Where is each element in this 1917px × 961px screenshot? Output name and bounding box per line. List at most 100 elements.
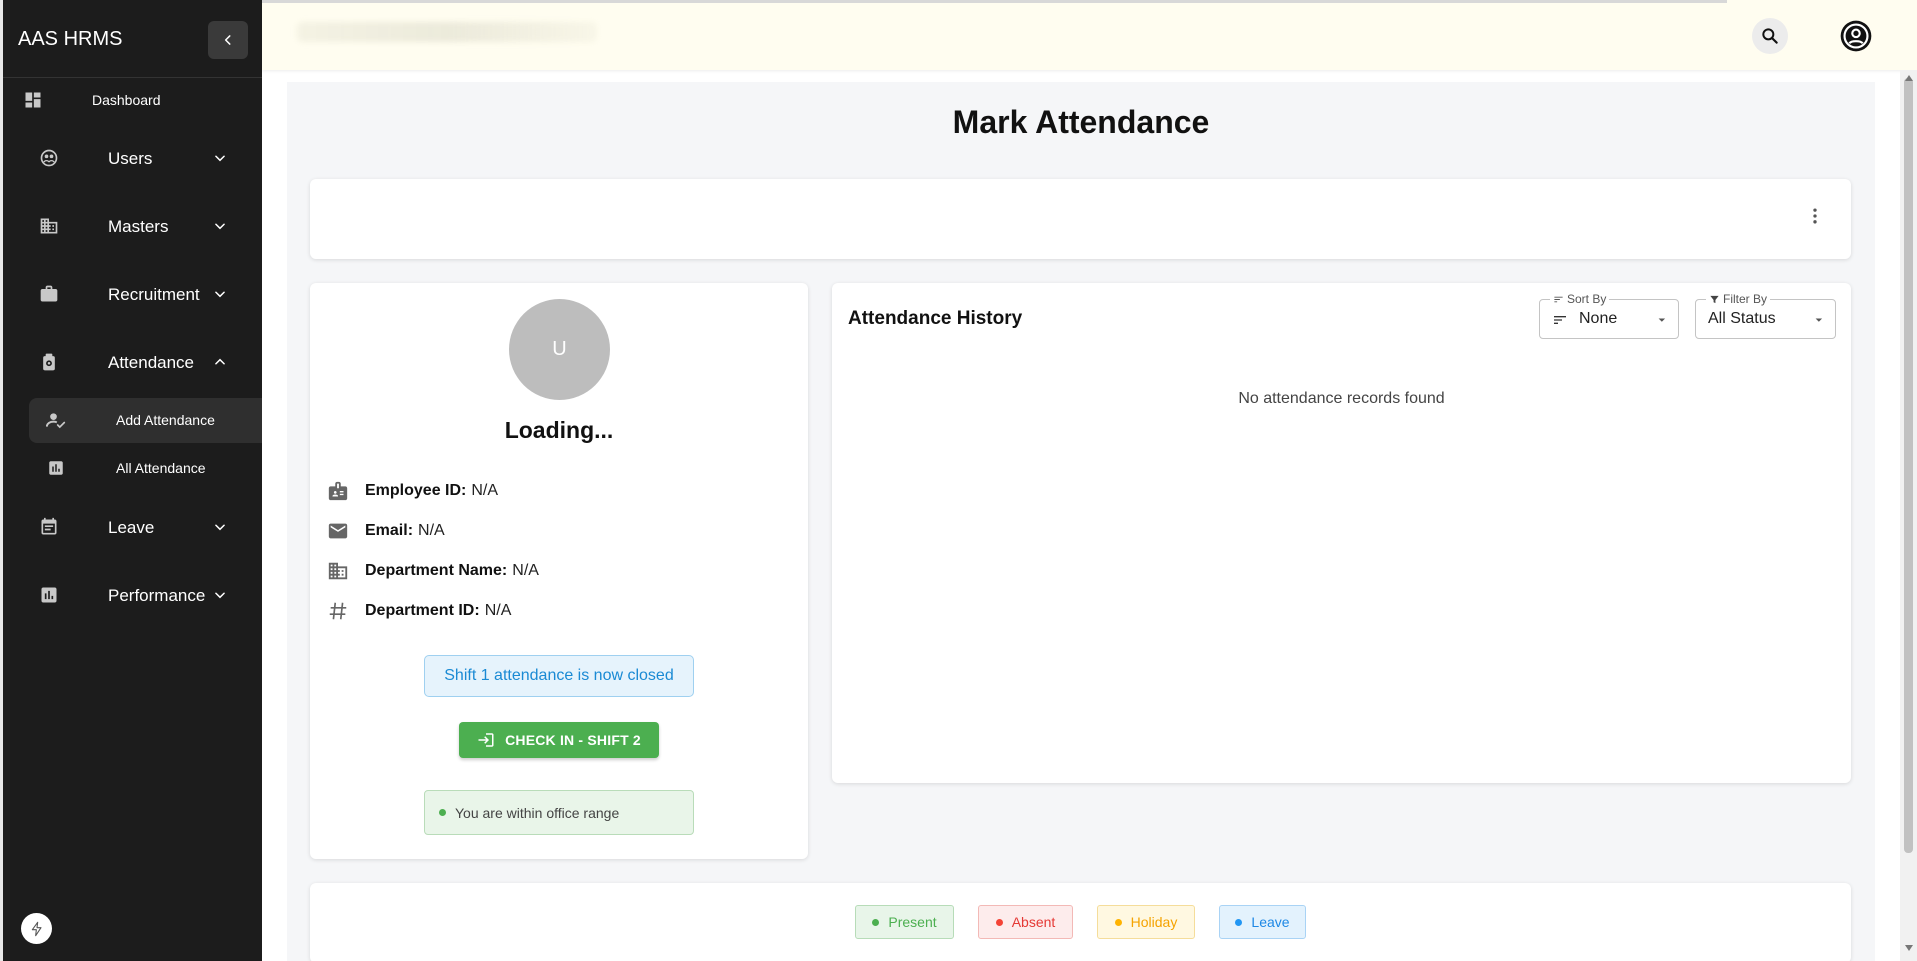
chevron-up-icon	[208, 350, 232, 374]
search-icon	[1762, 28, 1778, 44]
search-button[interactable]	[1752, 18, 1788, 54]
more-vert-icon	[1813, 208, 1817, 224]
status-legend-card	[310, 883, 1851, 961]
scroll-down-arrow[interactable]	[1902, 942, 1915, 954]
field-key: Department ID:	[365, 602, 480, 619]
status-dot	[439, 809, 446, 816]
dropdown-caret-icon	[1658, 318, 1666, 322]
dashboard-icon	[21, 88, 45, 112]
sidebar-item-label: Attendance	[108, 353, 195, 372]
office-range-text: You are within office range	[455, 804, 620, 821]
sidebar-item-label: Dashboard	[92, 92, 161, 108]
sidebar-subitem-label: Add Attendance	[116, 412, 215, 428]
sidebar-item-recruitment[interactable]: Recruitment	[3, 282, 262, 306]
sidebar-item-label: Masters	[108, 217, 169, 236]
legend-chip-present: Present	[855, 905, 954, 939]
sidebar: AAS HRMS Dashboard Users Masters Recruit…	[0, 0, 263, 961]
sort-by-select[interactable]: Sort By None	[1539, 292, 1679, 339]
attendance-icon	[37, 350, 61, 374]
mail-icon	[326, 519, 350, 543]
empty-history-message: No attendance records found	[1238, 390, 1445, 407]
sidebar-subitem-add-attendance[interactable]: Add Attendance	[29, 398, 263, 443]
person-check-icon	[45, 409, 67, 431]
field-value: N/A	[484, 602, 512, 619]
filter-by-value: All Status	[1708, 310, 1776, 327]
sidebar-item-masters[interactable]: Masters	[3, 214, 262, 238]
sort-by-label-wrap: Sort By	[1550, 292, 1610, 306]
status-dot	[1114, 918, 1122, 926]
email-row: Email: N/A	[326, 519, 445, 543]
status-dot	[872, 918, 880, 926]
hash-icon	[326, 599, 350, 623]
sidebar-subitem-all-attendance[interactable]: All Attendance	[29, 446, 263, 491]
filter-icon	[1710, 295, 1719, 303]
chevron-left-icon	[224, 35, 231, 45]
page-title: Mark Attendance	[952, 104, 1210, 140]
sidebar-item-performance[interactable]: Performance	[3, 583, 262, 607]
badge-icon	[326, 479, 350, 503]
attendance-history-card	[832, 283, 1851, 783]
sidebar-subitem-label: All Attendance	[116, 460, 206, 476]
sidebar-item-attendance[interactable]: Attendance	[3, 350, 262, 374]
sidebar-item-users[interactable]: Users	[3, 146, 262, 170]
account-circle-icon	[1840, 20, 1872, 52]
quick-action-button[interactable]	[21, 913, 52, 944]
sidebar-item-leave[interactable]: Leave	[3, 515, 262, 539]
calendar-icon	[37, 515, 61, 539]
status-dot	[1235, 918, 1243, 926]
legend-chip-leave: Leave	[1219, 905, 1306, 939]
chevron-down-icon	[208, 282, 232, 306]
users-icon	[37, 146, 61, 170]
scroll-up-arrow[interactable]	[1902, 72, 1915, 84]
status-dot	[995, 918, 1003, 926]
bolt-icon	[31, 921, 42, 936]
top-progress-line	[262, 0, 1727, 3]
building-icon	[37, 214, 61, 238]
shift-closed-alert: Shift 1 attendance is now closed	[424, 655, 694, 697]
sort-by-label: Sort By	[1567, 292, 1607, 306]
legend-chip-label: Absent	[1011, 914, 1056, 930]
filter-by-select[interactable]: Filter By All Status	[1695, 292, 1836, 339]
sort-icon	[1554, 296, 1563, 302]
legend-chip-label: Holiday	[1130, 914, 1178, 930]
sidebar-item-label: Recruitment	[108, 285, 200, 304]
sidebar-item-label: Users	[108, 149, 153, 168]
chevron-down-icon	[208, 583, 232, 607]
briefcase-icon	[37, 282, 61, 306]
chart-icon	[37, 583, 61, 607]
filter-by-label-wrap: Filter By	[1706, 292, 1771, 306]
profile-name: Loading...	[504, 417, 614, 443]
sort-icon	[1554, 316, 1566, 324]
sidebar-item-label: Leave	[108, 518, 155, 537]
sidebar-divider	[3, 77, 262, 78]
filter-by-label: Filter By	[1723, 292, 1768, 306]
department-name-row: Department Name: N/A	[326, 559, 539, 583]
toolbar-card	[310, 179, 1851, 259]
sidebar-item-label: Performance	[108, 586, 206, 605]
field-value: N/A	[471, 482, 499, 499]
sidebar-item-dashboard[interactable]: Dashboard	[3, 88, 262, 112]
chevron-down-icon	[208, 515, 232, 539]
chevron-down-icon	[208, 146, 232, 170]
department-id-row: Department ID: N/A	[326, 599, 511, 623]
building-icon	[326, 559, 350, 583]
field-key: Employee ID:	[365, 482, 467, 499]
scrollbar-thumb[interactable]	[1904, 78, 1913, 853]
chevron-down-icon	[208, 214, 232, 238]
attendance-history-title: Attendance History	[848, 308, 1023, 329]
account-button[interactable]	[1838, 18, 1874, 54]
office-range-status: You are within office range	[424, 790, 694, 835]
legend-chip-label: Present	[888, 914, 937, 930]
bar-chart-icon	[45, 457, 67, 479]
field-key: Department Name:	[365, 562, 508, 579]
check-in-label: CHECK IN - SHIFT 2	[505, 732, 641, 748]
check-in-button[interactable]: CHECK IN - SHIFT 2	[459, 722, 659, 758]
blurred-breadcrumb	[297, 22, 597, 42]
field-value: N/A	[512, 562, 539, 579]
more-options-button[interactable]	[1801, 202, 1829, 230]
collapse-sidebar-button[interactable]	[208, 21, 248, 59]
avatar: U	[509, 299, 610, 400]
brand-title: AAS HRMS	[18, 28, 123, 50]
employee-id-row: Employee ID: N/A	[326, 479, 498, 503]
legend-chip-label: Leave	[1251, 914, 1290, 930]
